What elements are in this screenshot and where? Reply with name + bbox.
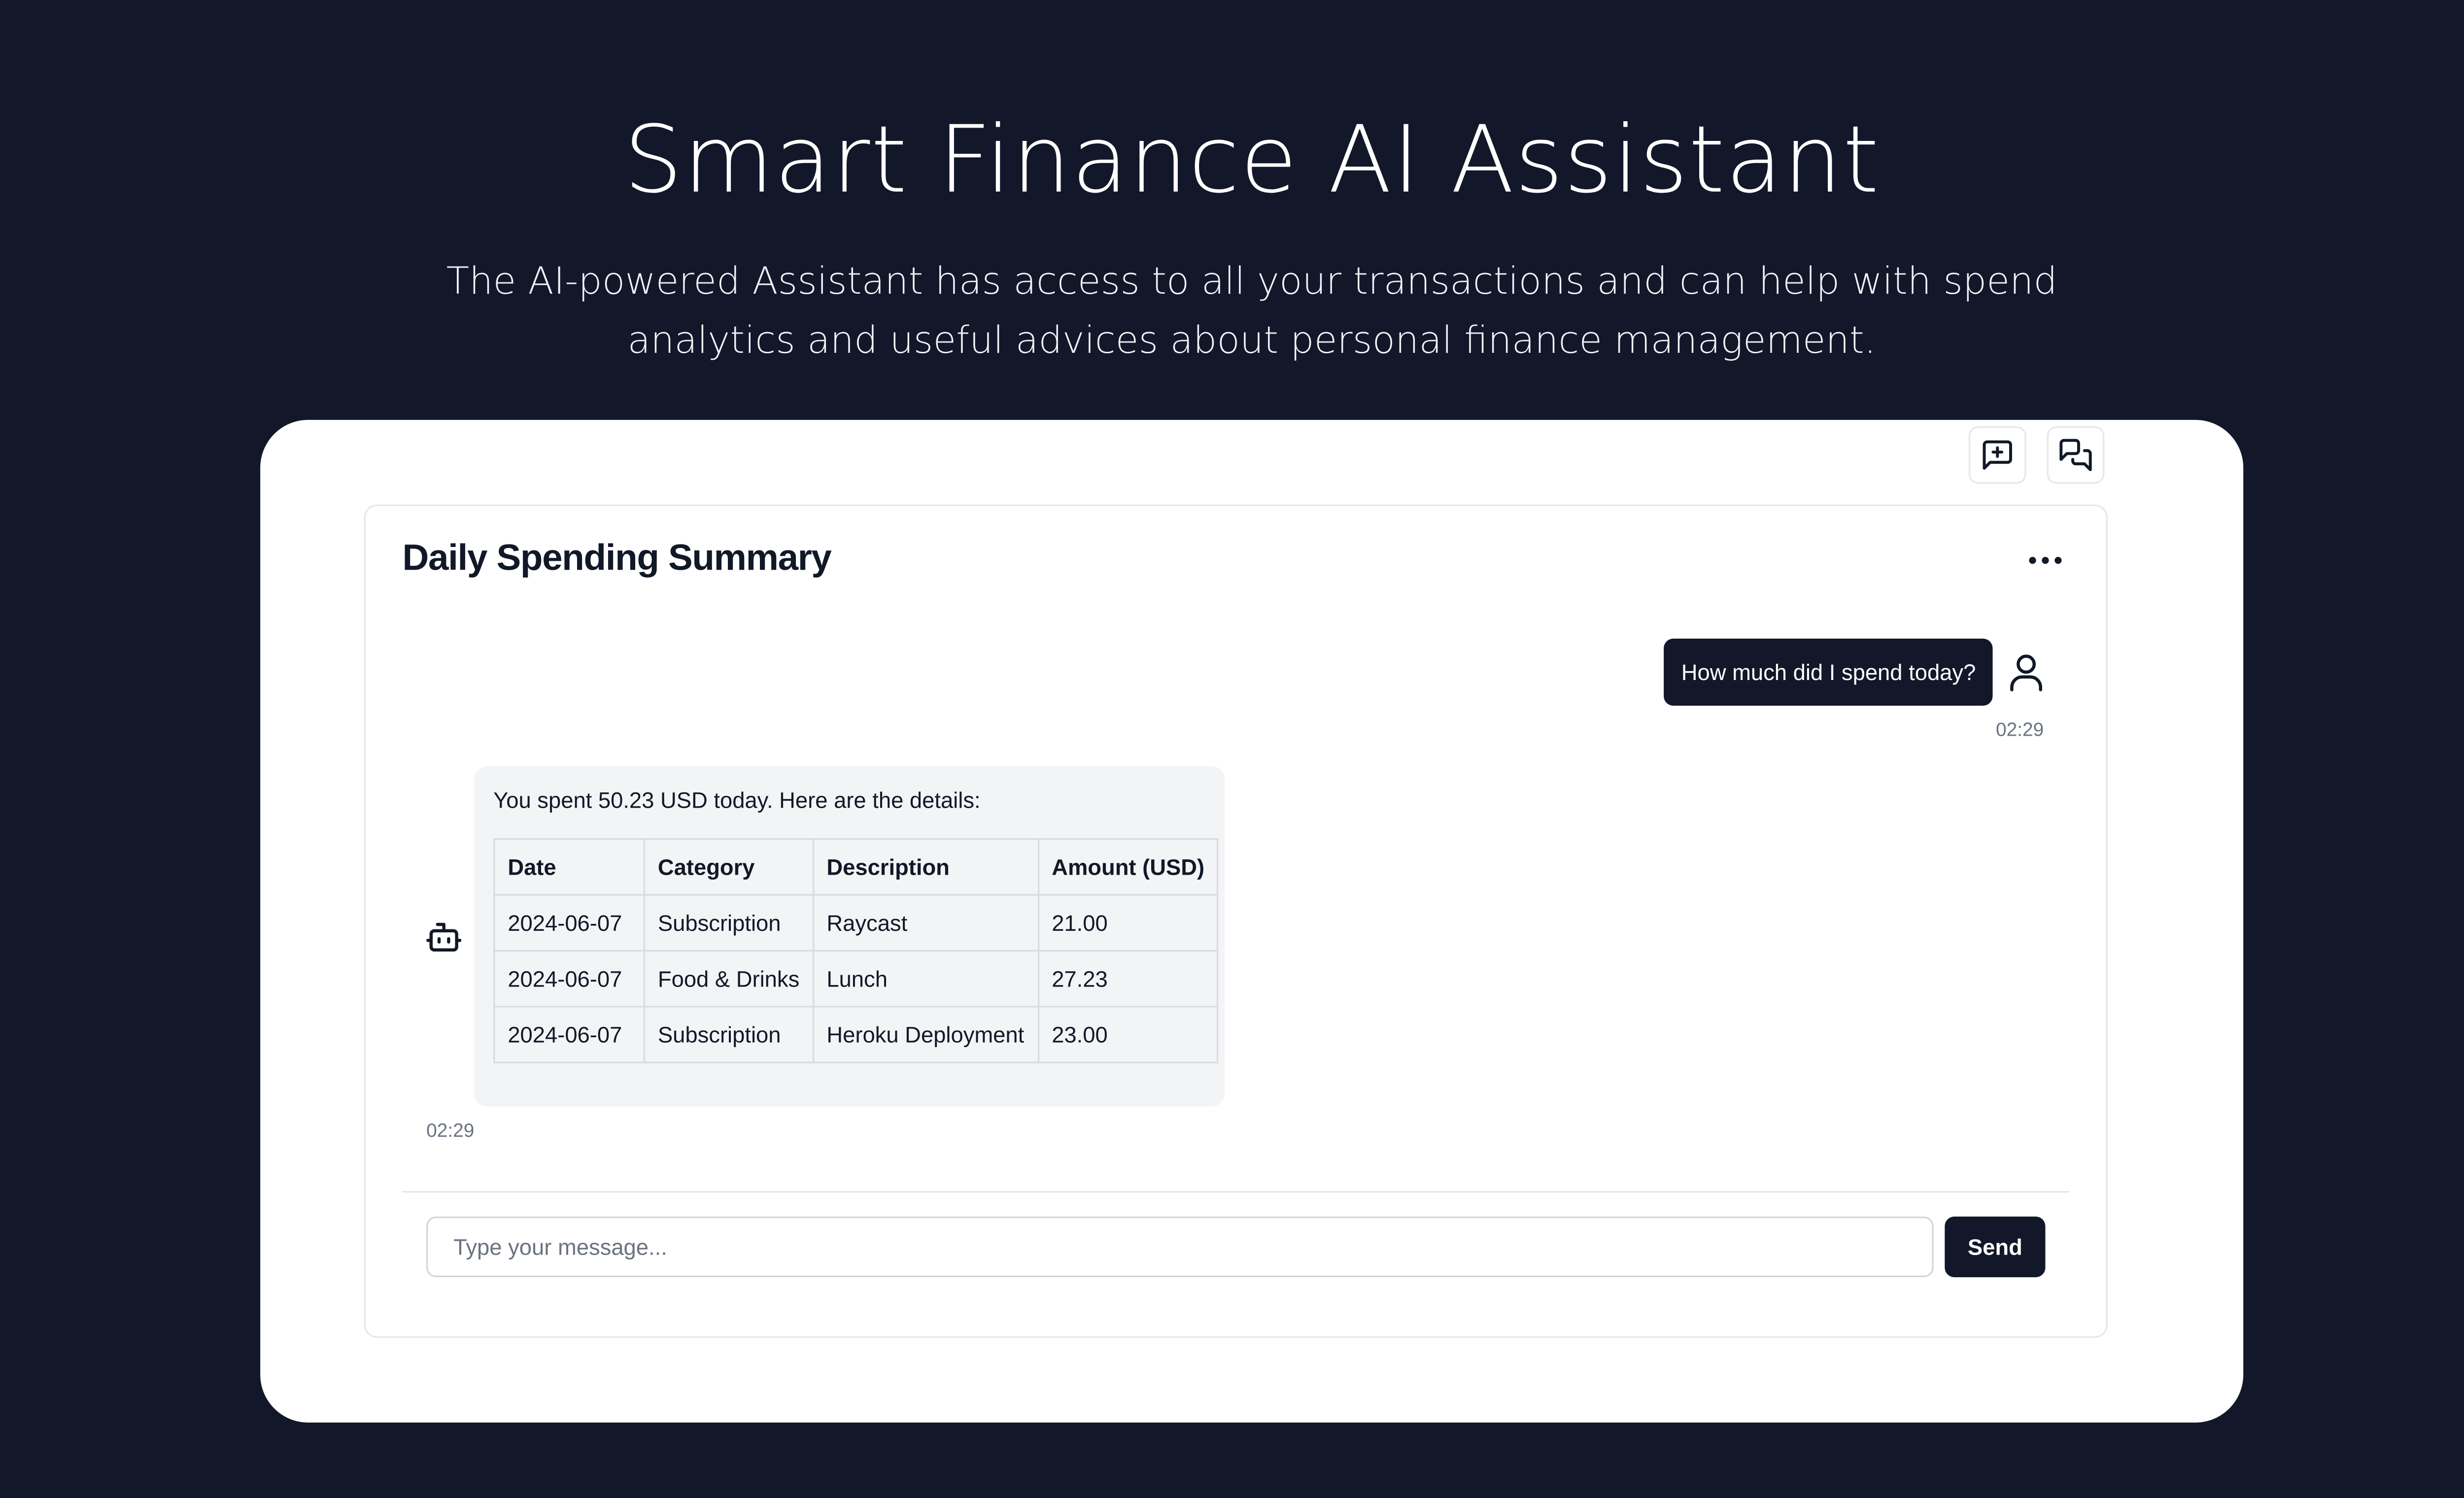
column-header-amount: Amount (USD) <box>1037 838 1219 896</box>
table-cell-amount: 21.00 <box>1037 894 1219 952</box>
new-chat-button[interactable] <box>1968 426 2026 484</box>
assistant-message-bubble: You spent 50.23 USD today. Here are the … <box>474 766 1225 1107</box>
table-cell-date: 2024-06-07 <box>493 894 645 952</box>
user-message-timestamp: 02:29 <box>1996 718 2044 741</box>
table-header-row: Date Category Description Amount (USD) <box>493 838 1219 896</box>
table-cell-description: Raycast <box>812 894 1039 952</box>
page: Smart Finance AI Assistant The AI-powere… <box>0 0 2464 1498</box>
column-header-category: Category <box>643 838 814 896</box>
table-cell-amount: 27.23 <box>1037 950 1219 1008</box>
chat-title: Daily Spending Summary <box>402 536 831 578</box>
table-cell-date: 2024-06-07 <box>493 1006 645 1063</box>
table-row: 2024-06-07 Subscription Raycast 21.00 <box>493 894 1219 952</box>
table-cell-amount: 23.00 <box>1037 1006 1219 1063</box>
message-input[interactable] <box>426 1216 1934 1277</box>
table-row: 2024-06-07 Subscription Heroku Deploymen… <box>493 1006 1219 1063</box>
table-cell-description: Lunch <box>812 950 1039 1008</box>
chat-panel: Daily Spending Summary How much did I sp… <box>364 504 2108 1338</box>
assistant-card: Daily Spending Summary How much did I sp… <box>260 420 2244 1423</box>
bot-icon <box>426 922 462 952</box>
table-cell-category: Subscription <box>643 894 814 952</box>
table-cell-description: Heroku Deployment <box>812 1006 1039 1063</box>
message-square-plus-icon <box>1983 440 2012 470</box>
user-icon <box>2010 654 2042 691</box>
send-button[interactable]: Send <box>1945 1216 2046 1277</box>
assistant-message-timestamp: 02:29 <box>426 1119 475 1142</box>
user-message-text: How much did I spend today? <box>1681 659 1976 685</box>
spending-table: Date Category Description Amount (USD) 2… <box>493 838 1219 1063</box>
table-cell-category: Food & Drinks <box>643 950 814 1008</box>
assistant-message-text: You spent 50.23 USD today. Here are the … <box>493 787 981 813</box>
hero-subtitle: The AI-powered Assistant has access to a… <box>446 258 2057 363</box>
table-row: 2024-06-07 Food & Drinks Lunch 27.23 <box>493 950 1219 1008</box>
messages-icon <box>2059 439 2092 472</box>
user-message-bubble: How much did I spend today? <box>1664 639 1993 706</box>
table-cell-date: 2024-06-07 <box>493 950 645 1008</box>
hero-title: Smart Finance AI Assistant <box>623 105 1880 214</box>
table-cell-category: Subscription <box>643 1006 814 1063</box>
column-header-date: Date <box>493 838 645 896</box>
more-horizontal-icon <box>2029 557 2062 564</box>
composer-divider <box>402 1191 2070 1193</box>
chat-menu-button[interactable] <box>2020 541 2071 579</box>
column-header-description: Description <box>812 838 1039 896</box>
chat-history-button[interactable] <box>2047 426 2105 484</box>
